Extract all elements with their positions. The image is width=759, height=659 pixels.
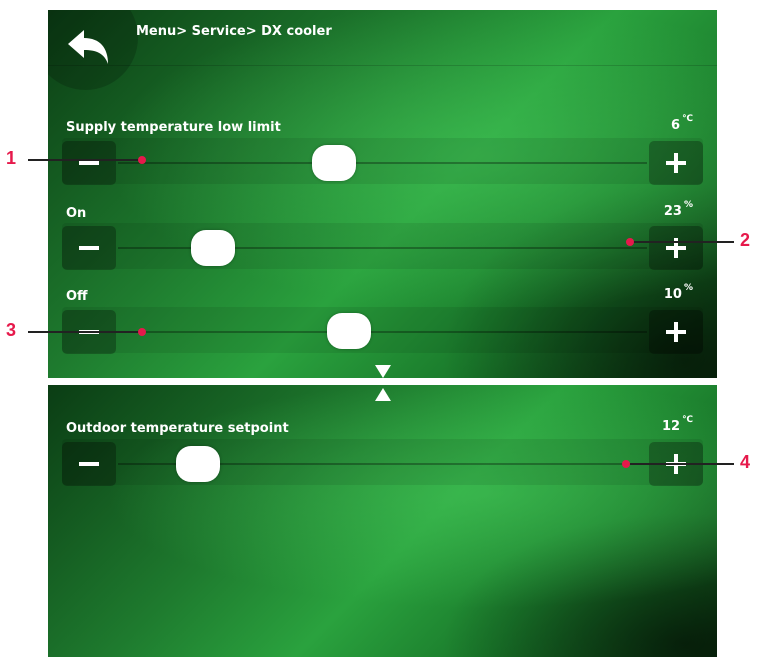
slider-row-outdoor-temp-setpoint [62,439,703,485]
minus-icon [79,462,99,466]
slider-thumb[interactable] [190,230,235,266]
value-number: 12 [662,419,681,434]
setting-value-on: 23% [663,200,693,219]
value-unit: % [683,283,693,293]
decrease-button[interactable] [62,226,116,270]
header-divider [48,65,717,66]
callout-dot-1 [138,156,146,164]
back-button[interactable] [62,20,120,70]
slider-thumb[interactable] [326,313,371,349]
increase-button[interactable] [649,141,703,185]
settings-screen-page-2: Outdoor temperature setpoint 12 ℃ [48,385,717,657]
value-number: 6 [671,118,681,133]
scroll-down-arrow-icon[interactable] [375,365,391,378]
decrease-button[interactable] [62,442,116,486]
slider-track[interactable] [118,331,647,333]
callout-dot-4 [622,460,630,468]
minus-icon [79,246,99,250]
increase-button[interactable] [649,310,703,354]
value-unit: % [683,200,693,210]
slider-row-on [62,223,703,269]
setting-label-supply-temp-low-limit: Supply temperature low limit [66,120,281,135]
slider-thumb[interactable] [312,145,356,181]
slider-row-supply-temp-low-limit [62,138,703,184]
callout-line-1 [28,159,140,161]
breadcrumb: Menu> Service> DX cooler [136,24,332,39]
decrease-button[interactable] [62,141,116,185]
slider-thumb[interactable] [176,446,221,482]
back-arrow-icon [68,30,108,64]
setting-value-off: 10% [663,283,693,302]
setting-value-supply-temp-low-limit: 6 ℃ [671,114,693,133]
setting-label-off: Off [66,289,88,304]
slider-row-off [62,307,703,353]
setting-label-outdoor-temp-setpoint: Outdoor temperature setpoint [66,421,289,436]
callout-line-4 [630,463,734,465]
increase-button[interactable] [649,226,703,270]
settings-screen-page-1: Menu> Service> DX cooler Supply temperat… [48,10,717,378]
slider-track[interactable] [118,162,647,164]
callout-line-2 [630,241,734,243]
callout-dot-3 [138,328,146,336]
scroll-up-arrow-icon[interactable] [375,388,391,401]
callout-number-1: 1 [6,148,17,168]
callout-line-3 [28,331,140,333]
callout-number-4: 4 [740,452,751,472]
callout-number-3: 3 [6,320,17,340]
value-number: 23 [663,204,682,219]
minus-icon [79,161,99,165]
setting-value-outdoor-temp-setpoint: 12 ℃ [662,415,693,434]
value-number: 10 [663,287,682,302]
callout-dot-2 [626,238,634,246]
callout-number-2: 2 [740,230,751,250]
setting-label-on: On [66,206,87,221]
value-unit: ℃ [682,114,693,124]
value-unit: ℃ [682,415,693,425]
